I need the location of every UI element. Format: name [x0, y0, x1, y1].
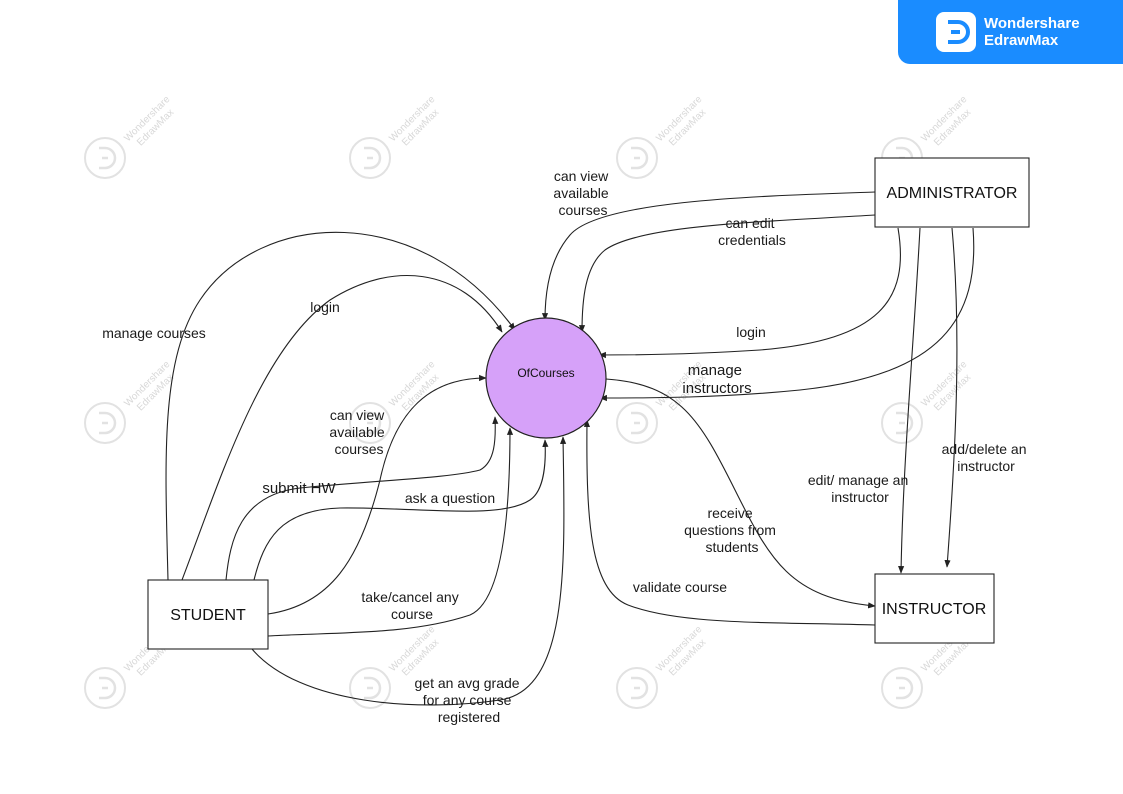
- watermark-text: WondershareEdrawMax: [919, 94, 978, 153]
- entity-administrator-label: ADMINISTRATOR: [887, 185, 1018, 202]
- process-label: OfCourses: [517, 366, 574, 380]
- label-admin-manage-instructors: manage instructors: [682, 362, 751, 397]
- edges: [165, 191, 975, 706]
- watermark-text: WondershareEdrawMax: [122, 359, 181, 418]
- label-admin-add-delete-instructor: add/delete an instructor: [942, 441, 1031, 474]
- watermark-logo: [348, 136, 392, 180]
- watermark-logo: [348, 666, 392, 710]
- label-admin-login: login: [736, 324, 766, 340]
- label-student-submit-hw: submit HW: [262, 480, 336, 497]
- label-admin-edit-instructor: edit/ manage an instructor: [808, 472, 912, 505]
- brand-line-2: EdrawMax: [984, 32, 1059, 49]
- watermark-logo: [615, 401, 659, 445]
- entity-instructor-label: INSTRUCTOR: [882, 601, 987, 618]
- watermark-logo: [615, 136, 659, 180]
- brand-line-1: Wondershare: [984, 15, 1080, 32]
- watermark-text: WondershareEdrawMax: [654, 624, 713, 683]
- watermark-logo: [83, 136, 127, 180]
- label-instructor-validate-course: validate course: [633, 579, 727, 595]
- watermark-logo: [83, 401, 127, 445]
- watermark-text: WondershareEdrawMax: [919, 359, 978, 418]
- edge-admin-edit-instructor: [898, 227, 921, 574]
- label-student-take-cancel: take/cancel any course: [361, 589, 462, 622]
- watermark-logo: [83, 666, 127, 710]
- label-student-avg-grade: get an avg grade for any course register…: [415, 675, 524, 725]
- label-instructor-receive-questions: receive questions from students: [684, 505, 780, 555]
- label-admin-view-courses: can view available courses: [553, 168, 612, 218]
- watermark-text: WondershareEdrawMax: [654, 94, 713, 153]
- watermark-logo: [880, 666, 924, 710]
- edrawmax-logo-icon: [936, 12, 976, 52]
- label-admin-edit-credentials: can edit credentials: [718, 215, 786, 248]
- label-student-ask-question: ask a question: [405, 490, 495, 506]
- label-student-login: login: [310, 299, 340, 315]
- watermark-text: WondershareEdrawMax: [122, 94, 181, 153]
- watermark-logo: [615, 666, 659, 710]
- edge-student-ask-question: [253, 439, 549, 581]
- label-student-view-courses: can view available courses: [329, 407, 388, 457]
- watermark-text: WondershareEdrawMax: [387, 94, 446, 153]
- watermark-logo: [880, 401, 924, 445]
- watermark-text: WondershareEdrawMax: [387, 624, 446, 683]
- dfd-diagram: WondershareEdrawMax WondershareEdrawMax …: [83, 94, 1031, 725]
- brand-name: Wondershare EdrawMax: [984, 15, 1080, 49]
- brand-badge: Wondershare EdrawMax: [898, 0, 1123, 64]
- label-student-manage-courses: manage courses: [102, 325, 206, 341]
- edge-admin-manage-instructors: [599, 227, 975, 402]
- entity-student-label: STUDENT: [170, 607, 246, 624]
